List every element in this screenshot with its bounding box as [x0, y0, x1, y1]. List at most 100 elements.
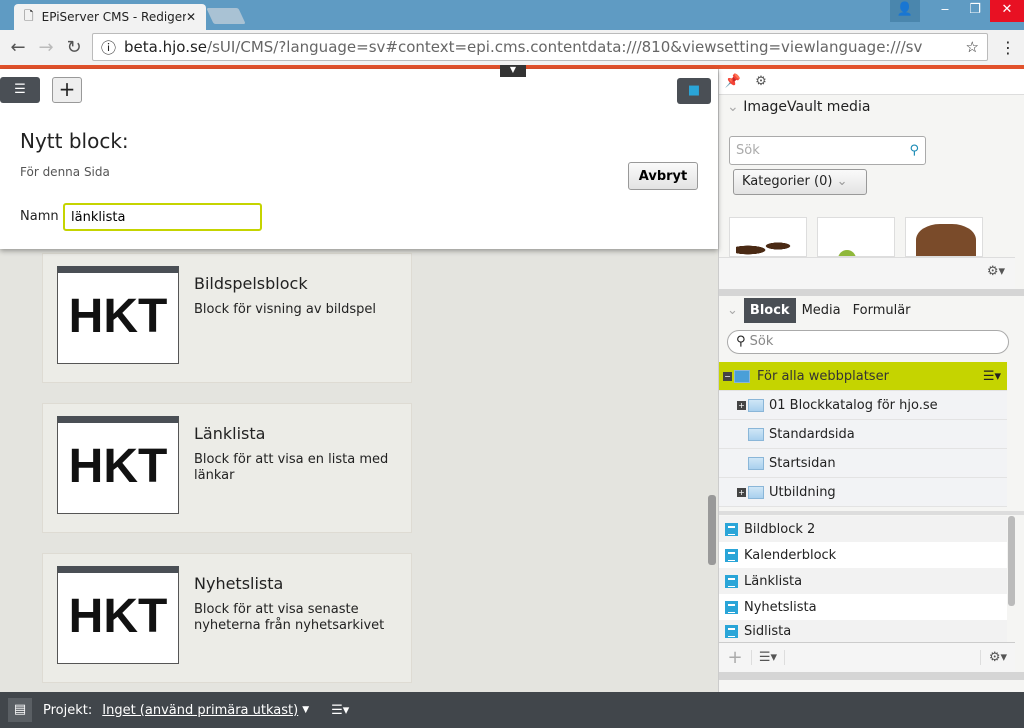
project-menu-icon[interactable]: ☰▾	[331, 703, 349, 718]
close-tab-icon[interactable]: ✕	[186, 10, 196, 24]
expand-icon[interactable]: +	[737, 400, 746, 410]
list-item[interactable]: Sidlista	[719, 620, 1007, 642]
splitter[interactable]	[719, 289, 1024, 296]
menu-icon[interactable]: ⋮	[1000, 38, 1016, 57]
imagevault-settings-icon[interactable]: ⚙▾	[719, 257, 1015, 289]
splitter[interactable]	[719, 511, 1024, 515]
list-item-label: Nyhetslista	[744, 599, 817, 615]
block-type-card[interactable]: HKT Bildspelsblock Block för visning av …	[42, 253, 412, 383]
category-label: Kategorier (0)	[742, 174, 833, 189]
toggle-toolbar-icon[interactable]: ▼	[500, 65, 526, 77]
block-type-card[interactable]: HKT Nyhetslista Block för att visa senas…	[42, 553, 412, 683]
tree-node[interactable]: + Utbildning	[719, 478, 1007, 507]
globe-folder-icon	[734, 369, 750, 383]
settings-icon[interactable]: ⚙▾	[979, 650, 1015, 665]
block-icon	[725, 522, 738, 536]
imagevault-title: ImageVault media	[743, 99, 871, 115]
browser-titlebar: 🗋 EPiServer CMS - Redigera ✕ 👤 ‒ ❐ ✕	[0, 0, 1024, 30]
search-placeholder: Sök	[736, 143, 760, 158]
tree-label: Standardsida	[769, 426, 855, 442]
search-icon[interactable]: ⚲	[909, 143, 919, 158]
project-icon[interactable]: ▤	[8, 698, 32, 722]
block-thumbnail: HKT	[57, 416, 179, 514]
list-menu-icon[interactable]: ☰▾	[751, 650, 785, 665]
reload-icon[interactable]: ↻	[60, 37, 88, 58]
collapse-icon[interactable]: −	[723, 371, 732, 381]
cancel-button[interactable]: Avbryt	[628, 162, 698, 190]
tree-node-selected[interactable]: − För alla webbplatser ☰▾	[719, 362, 1007, 391]
tree-node[interactable]: Startsidan	[719, 449, 1007, 478]
expand-icon[interactable]: +	[737, 487, 746, 497]
tab-formular[interactable]: Formulär	[847, 298, 917, 323]
tab-title: EPiServer CMS - Redigera	[41, 10, 186, 24]
tab-media[interactable]: Media	[796, 298, 847, 323]
new-block-dialog: ☰ + ■ Nytt block: För denna Sida Avbryt …	[0, 69, 718, 249]
url-path: /sUI/CMS/?language=sv#context=epi.cms.co…	[207, 38, 923, 56]
media-thumbnail[interactable]	[905, 217, 983, 257]
media-thumbnail[interactable]	[817, 217, 895, 257]
add-icon[interactable]: +	[719, 647, 751, 668]
pin-icon[interactable]: 📌	[719, 69, 747, 94]
block-search-input[interactable]: ⚲ Sök	[727, 330, 1009, 354]
search-placeholder: Sök	[749, 334, 774, 349]
folder-icon	[748, 456, 764, 470]
folder-icon	[748, 427, 764, 441]
tree-node[interactable]: Standardsida	[719, 420, 1007, 449]
block-thumbnail: HKT	[57, 566, 179, 664]
list-item[interactable]: Nyhetslista	[719, 594, 1007, 620]
imagevault-header[interactable]: ⌄ ImageVault media	[727, 99, 870, 115]
tree-label: Utbildning	[769, 484, 836, 500]
forward-icon[interactable]: →	[32, 37, 60, 58]
list-item[interactable]: Bildblock 2	[719, 516, 1007, 542]
minimize-button[interactable]: ‒	[930, 0, 960, 22]
list-item-label: Sidlista	[744, 623, 792, 639]
name-input[interactable]	[63, 203, 262, 231]
browser-tab[interactable]: 🗋 EPiServer CMS - Redigera ✕	[14, 4, 206, 30]
page-tree-icon[interactable]: ☰	[0, 77, 40, 103]
settings-icon[interactable]: ⚙	[747, 69, 775, 94]
chevron-down-icon: ⌄	[836, 174, 848, 189]
block-icon	[725, 548, 738, 562]
search-icon: ⚲	[736, 334, 746, 349]
tree-label: För alla webbplatser	[757, 368, 889, 384]
assets-folder-icon[interactable]: ■	[677, 78, 711, 104]
imagevault-search-input[interactable]: Sök ⚲	[729, 136, 926, 165]
dialog-subtitle: För denna Sida	[20, 165, 110, 179]
media-thumbnail[interactable]	[729, 217, 807, 257]
list-item[interactable]: Länklista	[719, 568, 1007, 594]
block-thumbnail: HKT	[57, 266, 179, 364]
name-label: Namn	[20, 209, 59, 224]
close-window-button[interactable]: ✕	[990, 0, 1024, 22]
tree-label: Startsidan	[769, 455, 836, 471]
list-item-label: Länklista	[744, 573, 803, 589]
tab-block[interactable]: Block	[743, 297, 796, 323]
new-tab-button[interactable]	[206, 8, 246, 24]
block-description: Block för att visa en lista med länkar	[194, 452, 389, 483]
list-item-label: Bildblock 2	[744, 521, 816, 537]
list-item[interactable]: Kalenderblock	[719, 542, 1007, 568]
block-title: Länklista	[194, 424, 266, 443]
user-icon[interactable]: 👤	[890, 0, 920, 22]
project-selector[interactable]: Inget (använd primära utkast)	[102, 703, 298, 718]
tree-node[interactable]: +01 Blockkatalog för hjo.se	[719, 391, 1007, 420]
context-menu-icon[interactable]: ☰▾	[983, 369, 1001, 384]
block-type-card[interactable]: HKT Länklista Block för att visa en list…	[42, 403, 412, 533]
scrollbar[interactable]	[708, 495, 716, 565]
caret-down-icon[interactable]: ▼	[302, 705, 309, 715]
block-title: Nyhetslista	[194, 574, 284, 593]
splitter[interactable]	[719, 672, 1024, 680]
block-description: Block för visning av bildspel	[194, 302, 377, 317]
address-bar[interactable]: ⓘ beta.hjo.se/sUI/CMS/?language=sv#conte…	[92, 33, 988, 61]
block-description: Block för att visa senaste nyheterna frå…	[194, 602, 385, 633]
add-icon[interactable]: +	[52, 77, 82, 103]
restore-button[interactable]: ❐	[960, 0, 990, 22]
tree-label: 01 Blockkatalog för hjo.se	[769, 397, 938, 413]
category-dropdown[interactable]: Kategorier (0) ⌄	[733, 169, 867, 195]
block-title: Bildspelsblock	[194, 274, 308, 293]
block-icon	[725, 600, 738, 614]
star-icon[interactable]: ☆	[966, 38, 979, 56]
dialog-title: Nytt block:	[20, 129, 129, 153]
back-icon[interactable]: ←	[4, 37, 32, 58]
scrollbar[interactable]	[1008, 516, 1015, 606]
chevron-down-icon: ⌄	[727, 99, 739, 115]
